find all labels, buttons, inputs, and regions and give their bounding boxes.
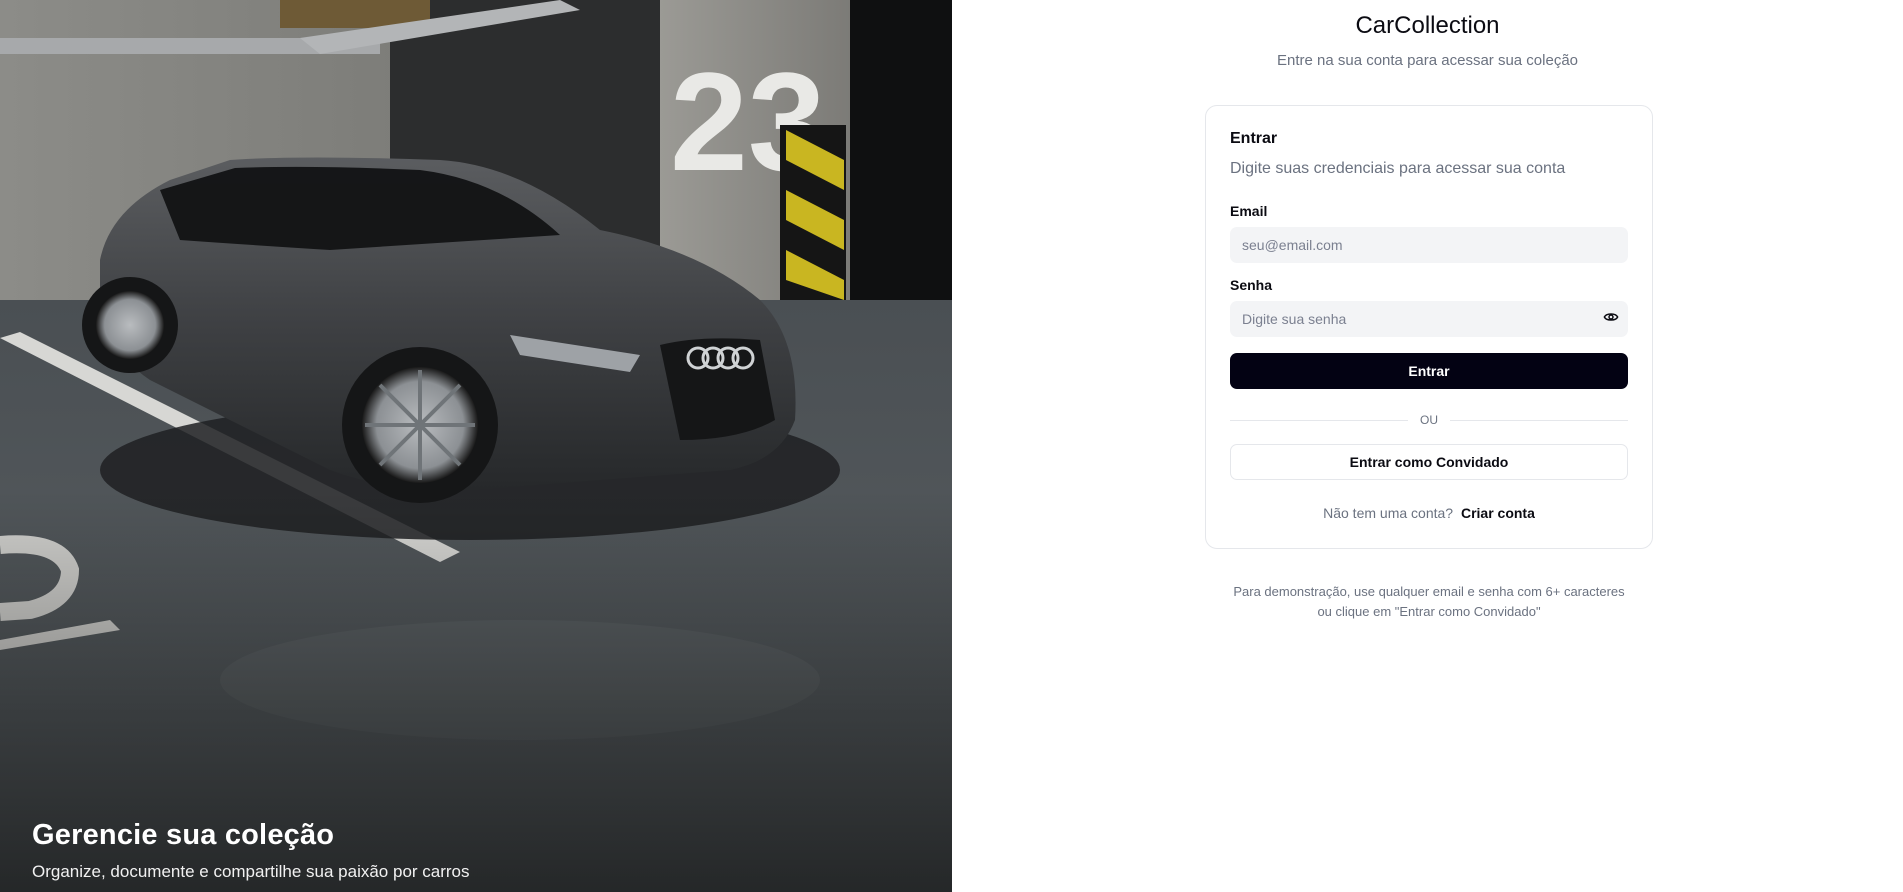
email-label: Email xyxy=(1230,203,1268,219)
signup-prompt: Não tem uma conta? xyxy=(1323,505,1454,521)
hero-subtitle: Organize, documente e compartilhe sua pa… xyxy=(32,862,470,881)
eye-icon[interactable] xyxy=(1602,308,1620,326)
hero-title: Gerencie sua coleção xyxy=(32,819,335,851)
divider-line xyxy=(1450,420,1628,421)
password-field[interactable] xyxy=(1230,301,1628,337)
login-panel: CarCollection Entre na sua conta para ac… xyxy=(952,0,1903,892)
guest-login-button[interactable]: Entrar como Convidado xyxy=(1230,444,1628,480)
hero-caption: Gerencie sua coleção Organize, documente… xyxy=(32,819,470,882)
create-account-link[interactable]: Criar conta xyxy=(1461,505,1535,521)
email-field[interactable] xyxy=(1230,227,1628,263)
app-title: CarCollection xyxy=(1355,12,1500,39)
hero-panel: 23 xyxy=(0,0,952,892)
card-description: Digite suas credenciais para acessar sua… xyxy=(1230,160,1566,177)
or-divider: OU xyxy=(1230,413,1628,427)
login-button[interactable]: Entrar xyxy=(1230,353,1628,389)
demo-note: Para demonstração, use qualquer email e … xyxy=(1205,582,1653,622)
login-card: Entrar Digite suas credenciais para aces… xyxy=(1205,105,1653,549)
app-subtitle: Entre na sua conta para acessar sua cole… xyxy=(1276,52,1579,69)
demo-note-line1: Para demonstração, use qualquer email e … xyxy=(1233,584,1625,599)
password-label: Senha xyxy=(1230,277,1273,293)
hero-overlay xyxy=(0,0,952,892)
signup-row: Não tem uma conta? Criar conta xyxy=(1206,505,1652,521)
card-title: Entrar xyxy=(1230,130,1278,147)
demo-note-line2: ou clique em "Entrar como Convidado" xyxy=(1317,604,1541,619)
